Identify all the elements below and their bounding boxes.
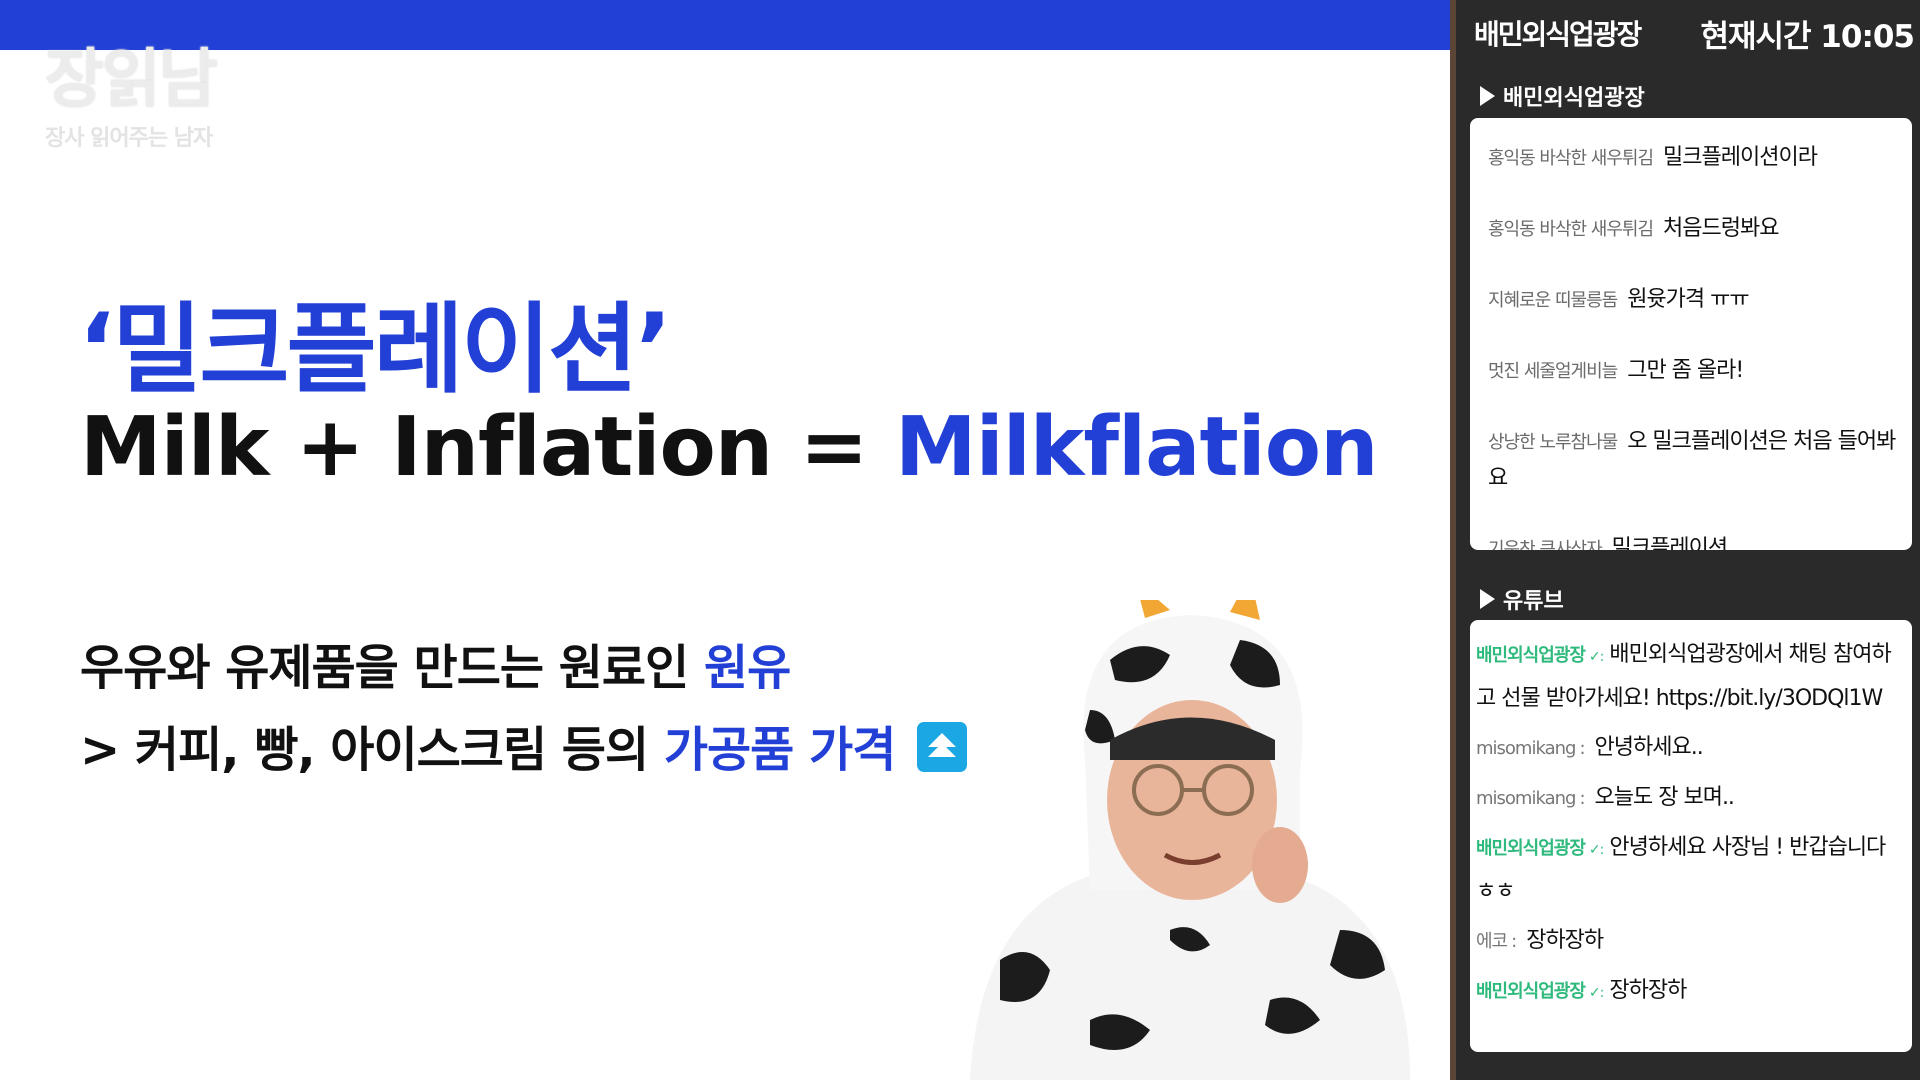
presentation-slide: 장읽남 장사 읽어주는 남자 ‘밀크플레이션’ Milk + Inflation…: [0, 0, 1450, 1080]
chat-text: 장하장하: [1526, 928, 1604, 953]
chat-text: 밀크플레이션: [1611, 536, 1728, 550]
chat-nickname: 에코: [1476, 931, 1508, 952]
chat-nickname: misomikang: [1476, 738, 1576, 759]
chat-text: 원윳가격 ㅠㅠ: [1627, 287, 1749, 312]
section-1-label: 배민외식업광장: [1503, 86, 1645, 111]
description-2-highlight: 가공품 가격: [663, 722, 897, 778]
chat-message: 배민외식업광장 ✓: 장하장하: [1476, 970, 1902, 1014]
chat-text: 장하장하: [1609, 978, 1687, 1003]
logo-main-text: 장읽남: [45, 43, 218, 117]
chat-text: 안녕하세요..: [1594, 735, 1704, 760]
description-2-text: > 커피, 빵, 아이스크림 등의: [80, 722, 664, 778]
chat-nickname: 멋진 세줄얼게비늘: [1488, 361, 1618, 382]
play-triangle-icon: [1480, 589, 1495, 609]
chat-nickname: misomikang: [1476, 788, 1576, 809]
section-2-label: 유튜브: [1503, 589, 1564, 614]
chat-text: 오늘도 장 보며..: [1594, 785, 1735, 810]
chat-message: 배민외식업광장 ✓: 배민외식업광장에서 채팅 참여하고 선물 받아가세요! ht…: [1476, 634, 1902, 720]
channel-logo: 장읽남 장사 읽어주는 남자: [45, 40, 295, 160]
verified-check-icon: ✓:: [1588, 985, 1604, 1001]
chat-nickname: 홍익동 바삭한 새우튀김: [1488, 148, 1654, 169]
description-1-highlight: 원유: [703, 640, 791, 696]
slide-equation: Milk + Inflation = Milkflation: [80, 400, 1378, 495]
chat-nickname: 상냥한 노루참나물: [1488, 432, 1618, 453]
panel-header: 배민외식업광장 현재시간 10:05: [1474, 8, 1915, 58]
chat-text: 밀크플레이션이라: [1663, 145, 1818, 170]
slide-description-2: > 커피, 빵, 아이스크림 등의 가공품 가격: [80, 710, 968, 780]
chat-message: 멋진 세줄얼게비늘 그만 좀 올라!: [1488, 353, 1896, 390]
presenter-video: [970, 600, 1410, 1080]
verified-check-icon: ✓:: [1588, 649, 1604, 665]
live-chat-panel: 배민외식업광장 현재시간 10:05 배민외식업광장 홍익동 바삭한 새우튀김 …: [1450, 0, 1920, 1080]
section-title-baemin: 배민외식업광장: [1480, 80, 1645, 112]
current-time: 현재시간 10:05: [1700, 18, 1915, 55]
logo-sub-text: 장사 읽어주는 남자: [45, 126, 213, 151]
verified-check-icon: ✓:: [1588, 842, 1604, 858]
chat-message: 배민외식업광장 ✓: 안녕하세요 사장님 ! 반갑습니다 ㅎㅎ: [1476, 827, 1902, 913]
section-title-youtube: 유튜브: [1480, 583, 1564, 615]
chat-nickname-verified: 배민외식업광장: [1476, 981, 1586, 1002]
chat-message: misomikang: 오늘도 장 보며..: [1476, 785, 1735, 810]
chat-message: 기운찬 큰사상자 밀크플레이션: [1488, 531, 1896, 550]
chat-message: 에코: 장하장하: [1476, 928, 1604, 953]
chat-message: 상냥한 노루참나물 오 밀크플레이션은 처음 들어봐요: [1488, 424, 1896, 497]
equation-result: Milkflation: [894, 400, 1378, 495]
slide-description-1: 우유와 유제품을 만드는 원료인 원유: [80, 628, 791, 698]
chat-message: 홍익동 바삭한 새우튀김 밀크플레이션이라: [1488, 140, 1896, 177]
baemin-chat-list[interactable]: 홍익동 바삭한 새우튀김 밀크플레이션이라 홍익동 바삭한 새우튀김 처음드렁봐…: [1470, 118, 1912, 550]
chat-nickname: 지혜로운 띠물릉돔: [1488, 290, 1618, 311]
chat-text: 그만 좀 올라!: [1627, 358, 1744, 383]
chat-nickname-verified: 배민외식업광장: [1476, 645, 1586, 666]
play-triangle-icon: [1480, 86, 1495, 106]
slide-title: ‘밀크플레이션’: [78, 293, 672, 407]
chat-nickname-verified: 배민외식업광장: [1476, 838, 1586, 859]
chat-message: 지혜로운 띠물릉돔 원윳가격 ㅠㅠ: [1488, 282, 1896, 319]
chat-message: misomikang: 안녕하세요..: [1476, 735, 1704, 760]
youtube-chat-list[interactable]: 배민외식업광장 ✓: 배민외식업광장에서 채팅 참여하고 선물 받아가세요! ht…: [1470, 620, 1912, 1052]
chat-message: 홍익동 바삭한 새우튀김 처음드렁봐요: [1488, 211, 1896, 248]
equation-left: Milk + Inflation =: [80, 400, 895, 495]
brand-name: 배민외식업광장: [1474, 18, 1642, 51]
chat-nickname: 기운찬 큰사상자: [1488, 539, 1603, 550]
chat-text: 처음드렁봐요: [1663, 216, 1779, 241]
description-1-text: 우유와 유제품을 만드는 원료인: [80, 640, 704, 696]
chat-nickname: 홍익동 바삭한 새우튀김: [1488, 219, 1654, 240]
